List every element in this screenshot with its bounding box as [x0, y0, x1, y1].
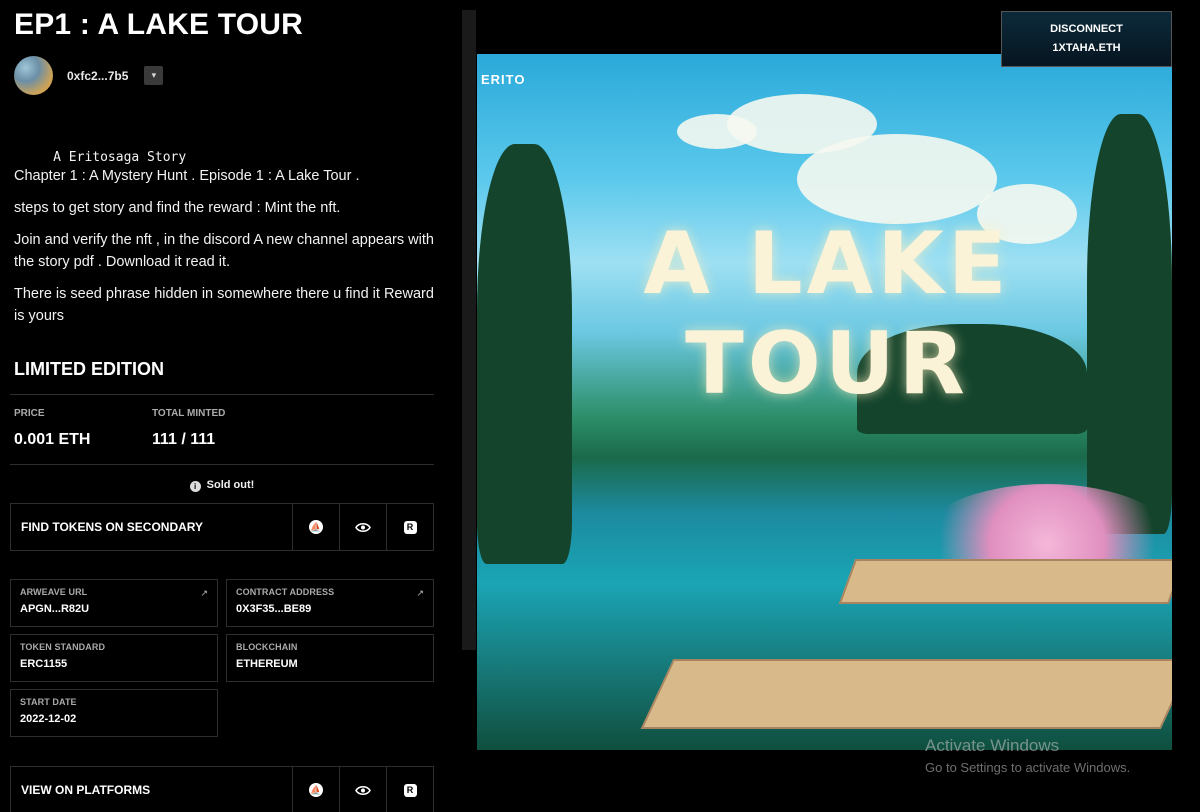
- disconnect-button[interactable]: DISCONNECT 1XTAHA.ETH: [1001, 11, 1172, 67]
- nft-details-panel: EP1 : A LAKE TOUR 0xfc2...7b5 ▾ A Eritos…: [0, 0, 448, 812]
- arweave-value: APGN...R82U: [20, 603, 90, 615]
- creator-row: 0xfc2...7b5 ▾: [14, 56, 164, 95]
- rarible-button[interactable]: R: [386, 767, 433, 812]
- windows-activation-watermark: Activate Windows Go to Settings to activ…: [925, 736, 1130, 775]
- contract-label: CONTRACT ADDRESS: [236, 587, 335, 597]
- scrollbar[interactable]: [462, 10, 476, 650]
- description-line: Join and verify the nft , in the discord…: [14, 232, 434, 270]
- view-button[interactable]: [339, 767, 386, 812]
- info-icon: i: [189, 481, 201, 492]
- platforms-row: VIEW ON PLATFORMS ⛵ R: [10, 766, 434, 812]
- find-secondary-label: FIND TOKENS ON SECONDARY: [21, 520, 204, 534]
- description-line: Chapter 1 : A Mystery Hunt . Episode 1 :…: [14, 168, 360, 184]
- start-date-card: START DATE 2022-12-02: [10, 689, 218, 737]
- description: A Eritosaga Story Chapter 1 : A Mystery …: [14, 150, 434, 337]
- edition-heading: LIMITED EDITION: [14, 359, 164, 379]
- description-line: steps to get story and find the reward :…: [14, 200, 341, 216]
- blockchain-label: BLOCKCHAIN: [236, 642, 298, 652]
- nft-artwork: ERITO A LAKE TOUR: [477, 54, 1172, 750]
- eye-icon: [355, 522, 371, 532]
- watermark-line: Activate Windows: [925, 736, 1060, 755]
- minted-value: 111 / 111: [152, 431, 216, 448]
- token-standard-value: ERC1155: [20, 658, 68, 670]
- artwork-title: A LAKE TOUR: [643, 214, 1011, 414]
- divider: [10, 464, 434, 465]
- opensea-icon: ⛵: [309, 520, 323, 534]
- token-standard-card: TOKEN STANDARD ERC1155: [10, 634, 218, 682]
- blockchain-value: ETHEREUM: [236, 658, 298, 670]
- blockchain-card: BLOCKCHAIN ETHEREUM: [226, 634, 434, 682]
- erito-logo: ERITO: [481, 72, 526, 87]
- price-label: PRICE: [14, 408, 45, 419]
- dock-shape: [640, 659, 1172, 729]
- rarible-icon: R: [403, 520, 417, 534]
- opensea-button[interactable]: ⛵: [292, 767, 339, 812]
- arweave-label: ARWEAVE URL: [20, 587, 88, 597]
- disconnect-label: DISCONNECT: [1050, 23, 1123, 35]
- creator-address[interactable]: 0xfc2...7b5: [67, 69, 128, 83]
- contract-value: 0X3F35...BE89: [236, 603, 312, 615]
- platforms-label: VIEW ON PLATFORMS: [21, 783, 151, 797]
- rarible-button[interactable]: R: [386, 504, 433, 550]
- external-link-icon[interactable]: ↗: [200, 588, 208, 599]
- minted-label: TOTAL MINTED: [152, 408, 226, 419]
- cloud-shape: [797, 134, 997, 224]
- arweave-card[interactable]: ARWEAVE URL APGN...R82U ↗: [10, 579, 218, 627]
- wallet-name: 1XTAHA.ETH: [1052, 42, 1121, 54]
- chevron-down-icon[interactable]: ▾: [144, 66, 164, 85]
- token-standard-label: TOKEN STANDARD: [20, 642, 106, 652]
- rarible-icon: R: [403, 783, 417, 797]
- watermark-line: Go to Settings to activate Windows.: [925, 760, 1131, 775]
- find-secondary-row: FIND TOKENS ON SECONDARY ⛵ R: [10, 503, 434, 551]
- start-date-value: 2022-12-02: [20, 713, 77, 725]
- cloud-shape: [677, 114, 757, 149]
- description-line: There is seed phrase hidden in somewhere…: [14, 286, 434, 324]
- eye-icon: [355, 785, 371, 795]
- sold-out-text: Sold out!: [206, 479, 255, 491]
- avatar[interactable]: [14, 56, 53, 95]
- dock-shape: [838, 559, 1172, 604]
- status-badge: i Sold out!: [10, 479, 434, 492]
- contract-card[interactable]: CONTRACT ADDRESS 0X3F35...BE89 ↗: [226, 579, 434, 627]
- price-value: 0.001 ETH: [14, 431, 91, 448]
- divider: [10, 394, 434, 395]
- page-title: EP1 : A LAKE TOUR: [14, 8, 303, 41]
- opensea-icon: ⛵: [309, 783, 323, 797]
- opensea-button[interactable]: ⛵: [292, 504, 339, 550]
- start-date-label: START DATE: [20, 697, 77, 707]
- view-button[interactable]: [339, 504, 386, 550]
- description-heading: A Eritosaga Story: [14, 150, 187, 165]
- external-link-icon[interactable]: ↗: [416, 588, 424, 599]
